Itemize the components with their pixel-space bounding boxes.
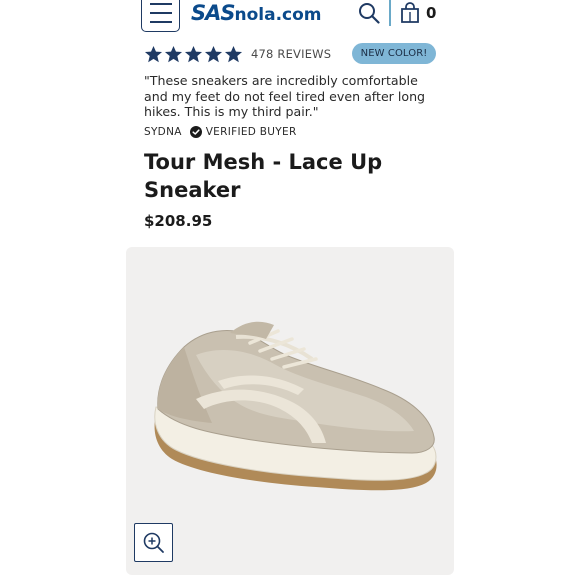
zoom-in-icon xyxy=(143,532,164,553)
review-quote: "These sneakers are incredibly comfortab… xyxy=(144,73,426,119)
zoom-button[interactable] xyxy=(134,523,173,562)
star-icon xyxy=(224,45,243,62)
site-header: SAS nola.com 0 xyxy=(0,0,580,34)
new-color-badge: NEW COLOR! xyxy=(352,43,436,64)
reviewer-name: SYDNA xyxy=(144,126,182,138)
star-icon xyxy=(144,45,163,62)
shopping-bag-icon xyxy=(401,2,419,23)
verified-buyer: VERIFIED BUYER xyxy=(189,126,297,138)
hamburger-menu-icon xyxy=(150,3,172,5)
reviews-link[interactable]: 478 REVIEWS xyxy=(251,47,331,61)
verified-label: VERIFIED BUYER xyxy=(205,126,297,138)
logo-brand: SAS xyxy=(191,1,236,25)
header-divider xyxy=(389,0,391,26)
reviewer-info: SYDNA VERIFIED BUYER xyxy=(144,124,297,140)
check-circle-icon xyxy=(189,126,202,138)
cart-count[interactable]: 0 xyxy=(426,4,436,22)
product-image[interactable] xyxy=(126,247,454,575)
star-icon xyxy=(164,45,183,62)
search-button[interactable] xyxy=(358,2,380,24)
star-rating xyxy=(144,45,243,64)
site-logo[interactable]: SAS nola.com xyxy=(191,1,322,27)
product-rating[interactable]: 478 REVIEWS xyxy=(144,43,331,65)
product-title: Tour Mesh - Lace Up Sneaker xyxy=(144,150,383,202)
menu-button[interactable] xyxy=(141,0,180,32)
shoe-image xyxy=(154,321,437,491)
search-icon xyxy=(359,3,380,24)
star-icon xyxy=(184,45,203,62)
product-price: $208.95 xyxy=(144,212,213,230)
star-icon xyxy=(204,45,223,62)
logo-domain: nola.com xyxy=(234,5,322,25)
cart-button[interactable] xyxy=(399,2,421,24)
